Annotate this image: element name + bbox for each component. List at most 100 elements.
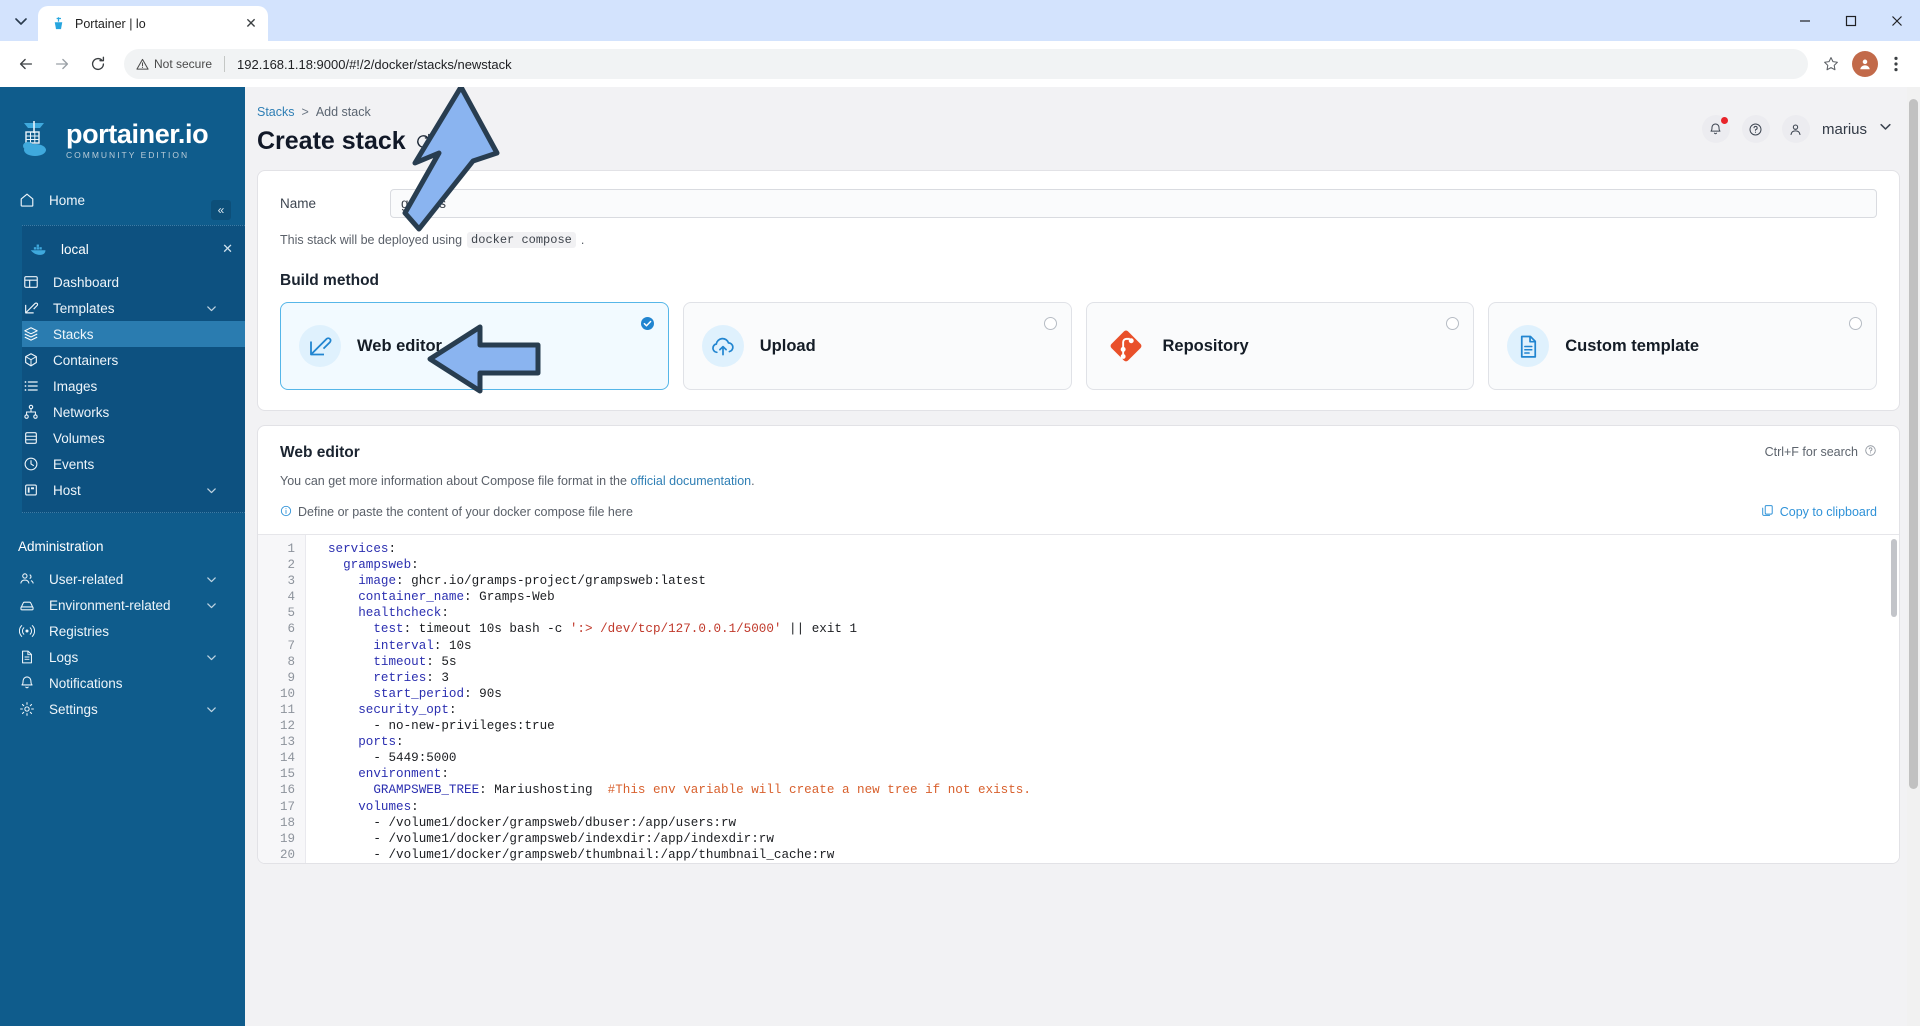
web-editor-description: You can get more information about Compo… — [258, 462, 1899, 488]
chevron-down-icon[interactable] — [206, 600, 217, 611]
build-method-radio-selected[interactable] — [640, 317, 654, 330]
collapse-sidebar-button[interactable]: « — [211, 200, 231, 220]
omnibox-divider — [224, 56, 226, 72]
web-editor-header: Web editor Ctrl+F for search — [258, 442, 1899, 462]
sidebar-item-home[interactable]: Home — [0, 187, 245, 213]
sidebar-item-label: Events — [53, 456, 95, 472]
web-editor-subheader: Define or paste the content of your dock… — [258, 488, 1899, 520]
user-avatar-icon[interactable] — [1781, 115, 1810, 143]
custom-template-icon — [1507, 325, 1550, 367]
line-number: 7 — [287, 638, 295, 653]
sidebar-item-logs[interactable]: Logs — [0, 644, 245, 670]
forward-icon[interactable] — [46, 48, 78, 80]
build-method-web-editor[interactable]: Web editor — [280, 302, 669, 390]
help-circle-icon[interactable] — [1864, 444, 1877, 460]
host-icon — [22, 482, 39, 499]
sidebar-item-label: Containers — [53, 352, 119, 368]
build-method-radio[interactable] — [1446, 317, 1460, 330]
line-number: 14 — [279, 751, 295, 766]
browser-window: Portainer | lo ✕ Not secure 192.168.1.18… — [0, 0, 1920, 1026]
refresh-icon[interactable] — [415, 133, 432, 150]
stack-name-label: Name — [280, 196, 317, 211]
logs-icon — [18, 649, 35, 666]
deploy-hint-post: . — [580, 233, 585, 247]
portainer-logo[interactable]: portainer.io COMMUNITY EDITION — [0, 93, 245, 161]
official-documentation-link[interactable]: official documentation — [630, 474, 751, 488]
line-number: 11 — [279, 702, 295, 717]
sidebar-item-notifications[interactable]: Notifications — [0, 670, 245, 696]
profile-avatar[interactable] — [1852, 51, 1878, 77]
chevron-down-icon[interactable] — [206, 652, 217, 663]
back-icon[interactable] — [10, 48, 42, 80]
environment-group: local ✕ Dashboard Templates Stacks Conta… — [22, 225, 245, 513]
user-menu-name[interactable]: marius — [1822, 121, 1867, 138]
chevron-down-icon[interactable] — [206, 303, 217, 314]
copy-to-clipboard-button[interactable]: Copy to clipboard — [1761, 504, 1877, 520]
build-method-label: Upload — [759, 336, 816, 355]
not-secure-indicator[interactable]: Not secure — [136, 57, 212, 71]
stack-name-input[interactable] — [390, 189, 1877, 218]
sidebar-environment-local[interactable]: local ✕ — [22, 235, 245, 263]
sidebar-item-templates[interactable]: Templates — [22, 295, 245, 321]
editor-scrollbar-thumb[interactable] — [1891, 539, 1897, 617]
window-controls — [1782, 0, 1920, 41]
page-scrollbar-thumb[interactable] — [1909, 99, 1918, 789]
sidebar-item-containers[interactable]: Containers — [22, 347, 245, 373]
tab-search-button[interactable] — [4, 4, 38, 38]
browser-tab[interactable]: Portainer | lo ✕ — [38, 6, 268, 41]
copy-label: Copy to clipboard — [1779, 505, 1877, 519]
sidebar-item-user-related[interactable]: User-related — [0, 566, 245, 592]
main-content: Stacks > Add stack Create stack marius N… — [245, 87, 1920, 1026]
sidebar-item-images[interactable]: Images — [22, 373, 245, 399]
build-method-upload[interactable]: Upload — [682, 302, 1072, 390]
build-method-radio[interactable] — [1849, 317, 1862, 330]
close-window-button[interactable] — [1874, 0, 1920, 41]
search-hint-label: Ctrl+F for search — [1764, 445, 1858, 459]
code-line: retries: 3 — [373, 670, 449, 685]
sidebar-item-label: Stacks — [53, 326, 94, 342]
web-editor-icon — [299, 325, 341, 367]
reload-icon[interactable] — [82, 48, 114, 80]
warning-triangle-icon — [136, 58, 149, 70]
sidebar-item-volumes[interactable]: Volumes — [22, 425, 245, 451]
address-bar[interactable]: Not secure 192.168.1.18:9000/#!/2/docker… — [124, 49, 1808, 79]
bookmark-star-icon[interactable] — [1818, 51, 1844, 77]
breadcrumb-stacks-link[interactable]: Stacks — [257, 105, 295, 119]
sidebar-item-registries[interactable]: Registries — [0, 618, 245, 644]
sidebar-item-events[interactable]: Events — [22, 451, 245, 477]
close-tab-icon[interactable]: ✕ — [242, 15, 260, 33]
sidebar-item-host[interactable]: Host — [22, 477, 245, 503]
code-line: - /volume1/docker/grampsweb/thumbnail:/a… — [328, 847, 835, 862]
notification-badge — [1720, 117, 1728, 124]
sidebar-item-networks[interactable]: Networks — [22, 399, 245, 425]
browser-menu-icon[interactable] — [1882, 50, 1910, 78]
upload-cloud-icon — [701, 325, 744, 367]
code-content[interactable]: services: grampsweb: image: ghcr.io/gram… — [306, 535, 1899, 863]
notifications-button[interactable] — [1701, 115, 1730, 143]
sidebar-item-dashboard[interactable]: Dashboard — [22, 269, 245, 295]
build-method-custom-template[interactable]: Custom template — [1488, 302, 1877, 390]
code-editor[interactable]: 1 2 3 4 5 6 7 8 9 10 11 12 13 14 15 16 17 18 19 20 services… — [258, 534, 1899, 863]
line-number: 15 — [279, 767, 295, 782]
sidebar-item-environment-related[interactable]: Environment-related — [0, 592, 245, 618]
chevron-down-icon[interactable] — [206, 574, 217, 585]
build-method-repository[interactable]: Repository — [1085, 302, 1475, 390]
page-scrollbar[interactable] — [1907, 87, 1920, 1026]
sidebar-item-settings[interactable]: Settings — [0, 696, 245, 722]
environment-name: local — [61, 241, 89, 257]
help-button[interactable] — [1741, 115, 1770, 143]
user-menu-chevron-down-icon[interactable] — [1879, 120, 1892, 138]
code-line: - 5449:5000 — [328, 751, 457, 766]
sidebar-item-label: Host — [53, 482, 81, 498]
clear-environment-icon[interactable]: ✕ — [222, 241, 233, 257]
line-number: 9 — [287, 670, 295, 685]
maximize-button[interactable] — [1828, 0, 1874, 41]
build-method-radio[interactable] — [1043, 317, 1057, 330]
chevron-down-icon[interactable] — [206, 704, 217, 715]
chevron-down-icon[interactable] — [206, 485, 217, 496]
sidebar-item-stacks[interactable]: Stacks — [22, 321, 245, 347]
line-number: 3 — [287, 574, 295, 589]
description-text: You can get more information about Compo… — [280, 474, 631, 488]
line-number: 8 — [287, 654, 295, 669]
minimize-button[interactable] — [1782, 0, 1828, 41]
